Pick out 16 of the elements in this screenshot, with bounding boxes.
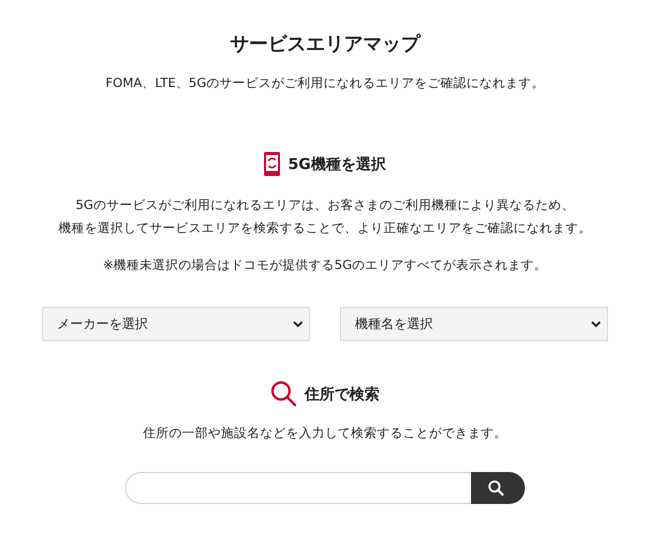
section-heading: 住所で検索	[304, 384, 380, 404]
description: 住所の一部や施設名などを入力して検索することができます。	[143, 425, 507, 442]
page-title: サービスエリアマップ	[230, 32, 420, 57]
chevron-down-icon	[293, 320, 303, 328]
search-icon	[270, 381, 296, 407]
chevron-down-icon	[591, 320, 601, 328]
search-field[interactable]	[125, 472, 471, 504]
dropdown[interactable]: 機種名を選択	[340, 307, 608, 341]
phone-icon	[264, 152, 280, 176]
search-icon	[488, 480, 504, 496]
subtitle: FOMA、LTE、5Gのサービスがご利用になれるエリアをご確認になれます。	[106, 75, 544, 92]
note: ※機種未選択の場合はドコモが提供する5Gのエリアすべてが表示されます。	[102, 257, 548, 274]
dropdown[interactable]: メーカーを選択	[42, 307, 310, 341]
section-heading: 5G機種を選択	[288, 154, 386, 174]
description: 5Gのサービスがご利用になれるエリアは、お客さまのご利用機種により異なるため、 機種を選択してサービスエリアを検索することで、より正確なエリアをご確認になれます。	[58, 196, 592, 237]
search-button[interactable]	[471, 472, 525, 504]
